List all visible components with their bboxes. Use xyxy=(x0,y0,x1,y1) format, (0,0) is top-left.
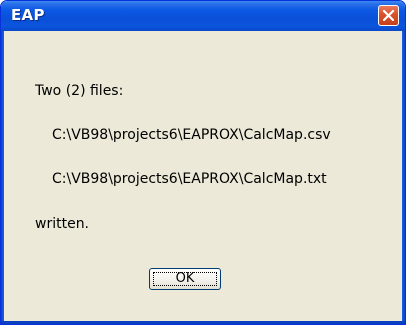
ok-button[interactable]: OK xyxy=(149,268,221,290)
message-dialog: EAP Two (2) files: C:\VB98\projects6\EAP… xyxy=(0,0,406,325)
ok-button-label: OK xyxy=(175,271,195,286)
window-frame-bottom xyxy=(1,321,405,324)
message-line-outro: written. xyxy=(35,216,90,232)
close-icon xyxy=(382,9,395,22)
close-button[interactable] xyxy=(378,5,399,26)
message-line-file-csv: C:\VB98\projects6\EAPROX\CalcMap.csv xyxy=(52,127,331,143)
window-title: EAP xyxy=(11,6,45,24)
title-bar[interactable]: EAP xyxy=(1,1,405,31)
message-line-file-txt: C:\VB98\projects6\EAPROX\CalcMap.txt xyxy=(52,171,327,187)
dialog-content: Two (2) files: C:\VB98\projects6\EAPROX\… xyxy=(4,31,402,321)
window-frame-right xyxy=(402,31,405,324)
message-line-intro: Two (2) files: xyxy=(35,83,124,99)
